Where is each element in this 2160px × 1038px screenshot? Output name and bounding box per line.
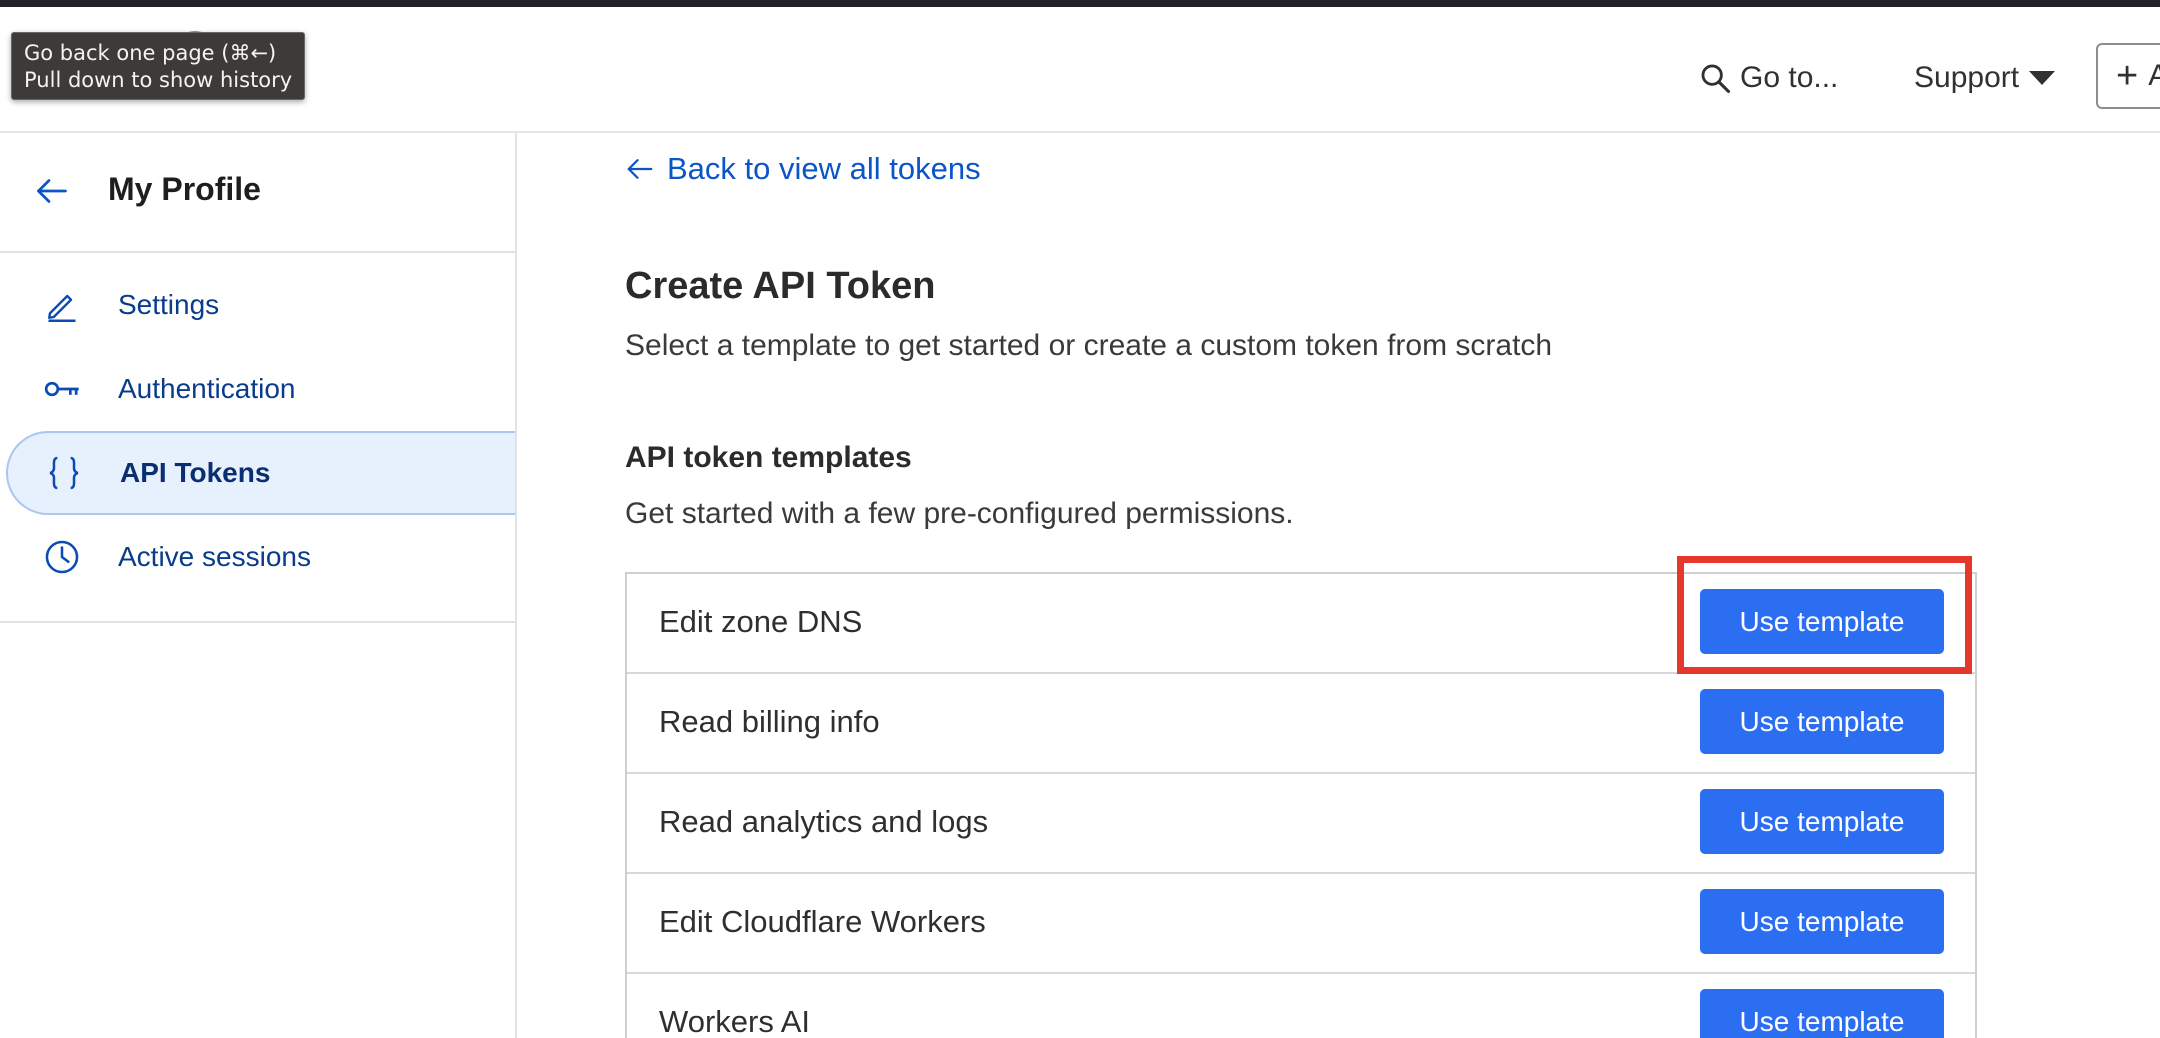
back-link-label: Back to view all tokens <box>667 151 981 186</box>
template-row-read-billing-info: Read billing info Use template <box>627 674 1975 774</box>
template-name: Edit zone DNS <box>659 604 863 639</box>
add-button-label: A <box>2148 59 2160 93</box>
sidebar-item-api-tokens[interactable]: API Tokens <box>6 431 515 515</box>
top-header: Go to... Support + A <box>0 7 2160 133</box>
support-dropdown[interactable]: Support <box>1914 53 2056 103</box>
page-title: Create API Token <box>625 265 936 307</box>
sidebar-item-authentication[interactable]: Authentication <box>0 347 515 431</box>
sidebar-item-label: API Tokens <box>120 457 271 488</box>
search-icon <box>1701 64 1731 94</box>
sidebar-divider <box>0 621 515 623</box>
profile-sidebar: My Profile Settings Authentication API T… <box>0 133 517 1038</box>
sidebar-nav: Settings Authentication API Tokens Activ… <box>0 263 515 599</box>
template-name: Read analytics and logs <box>659 804 989 839</box>
sidebar-title: My Profile <box>108 171 261 207</box>
template-name: Read billing info <box>659 704 880 739</box>
template-row-read-analytics-logs: Read analytics and logs Use template <box>627 774 1975 874</box>
tooltip-line-2: Pull down to show history <box>24 68 293 92</box>
template-row-edit-cloudflare-workers: Edit Cloudflare Workers Use template <box>627 874 1975 974</box>
window-top-bar <box>0 0 2160 7</box>
sidebar-item-label: Authentication <box>118 373 296 404</box>
sidebar-item-settings[interactable]: Settings <box>0 263 515 347</box>
pencil-icon <box>42 285 82 325</box>
tooltip-line-1: Go back one page (⌘←) <box>24 41 277 65</box>
goto-label: Go to... <box>1740 61 1839 94</box>
clock-icon <box>42 537 82 577</box>
use-template-button[interactable]: Use template <box>1700 989 1944 1038</box>
support-label: Support <box>1914 61 2020 94</box>
key-icon <box>42 369 82 409</box>
caret-down-icon <box>2029 71 2056 85</box>
sidebar-item-active-sessions[interactable]: Active sessions <box>0 515 515 599</box>
back-to-tokens-link[interactable]: Back to view all tokens <box>625 151 981 187</box>
template-row-edit-zone-dns: Edit zone DNS Use template <box>627 574 1975 674</box>
goto-search[interactable]: Go to... <box>1698 53 1838 103</box>
sidebar-item-label: Active sessions <box>118 541 311 572</box>
sidebar-header: My Profile <box>0 133 515 253</box>
main-content: Back to view all tokens Create API Token… <box>519 133 2160 1038</box>
page-subtitle: Select a template to get started or crea… <box>625 329 1553 362</box>
template-row-workers-ai: Workers AI Use template <box>627 974 1975 1038</box>
back-button-tooltip: Go back one page (⌘←) Pull down to show … <box>11 32 305 100</box>
templates-subtitle: Get started with a few pre-configured pe… <box>625 497 1294 530</box>
template-name: Workers AI <box>659 1004 811 1038</box>
use-template-button[interactable]: Use template <box>1700 689 1944 754</box>
arrow-left-icon <box>627 159 653 179</box>
template-list: Edit zone DNS Use template Read billing … <box>625 572 1977 1038</box>
use-template-button[interactable]: Use template <box>1700 589 1944 654</box>
template-name: Edit Cloudflare Workers <box>659 904 986 939</box>
plus-icon: + <box>2116 55 2139 97</box>
add-button[interactable]: + A <box>2096 43 2160 109</box>
use-template-button[interactable]: Use template <box>1700 789 1944 854</box>
templates-heading: API token templates <box>625 441 912 474</box>
arrow-left-icon[interactable] <box>34 173 70 209</box>
braces-icon <box>44 453 84 493</box>
sidebar-item-label: Settings <box>118 289 220 320</box>
use-template-button[interactable]: Use template <box>1700 889 1944 954</box>
